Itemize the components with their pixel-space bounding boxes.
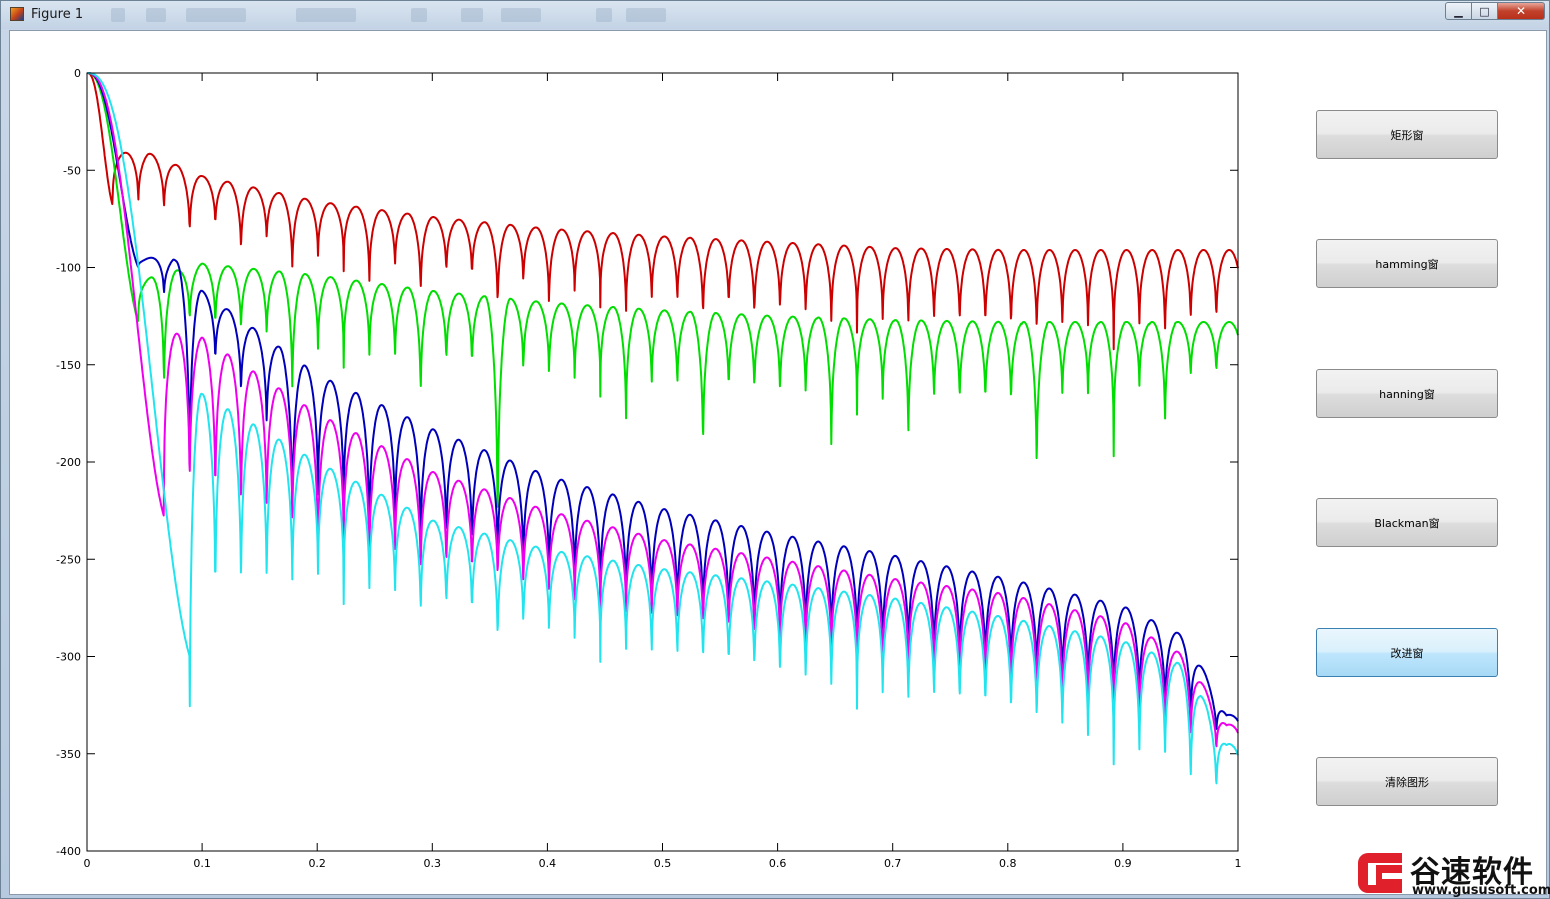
- watermark: 谷速软件 www.gususoft.com: [1352, 845, 1550, 899]
- hamming-window-button[interactable]: hamming窗: [1316, 239, 1498, 288]
- y-tick-label: 0: [74, 67, 81, 80]
- x-tick-label: 0.8: [999, 857, 1017, 870]
- x-tick-label: 0.4: [539, 857, 557, 870]
- watermark-logo-icon: [1358, 853, 1402, 893]
- x-tick-label: 0.2: [308, 857, 326, 870]
- x-tick-label: 1: [1235, 857, 1242, 870]
- rect-window-button[interactable]: 矩形窗: [1316, 110, 1498, 159]
- axes-frame: [86, 72, 1239, 852]
- x-tick-label: 0.3: [424, 857, 442, 870]
- improved-window-button[interactable]: 改进窗: [1316, 628, 1498, 677]
- series-group: [86, 72, 1239, 785]
- y-tick-label: -350: [56, 748, 81, 761]
- x-tick-label: 0.5: [654, 857, 672, 870]
- y-tick-label: -400: [56, 845, 81, 858]
- series-line-3: [86, 72, 1239, 730]
- clear-plot-button[interactable]: 清除图形: [1316, 757, 1498, 806]
- y-tick-label: -100: [56, 262, 81, 275]
- series-line-4: [86, 72, 1239, 748]
- y-tick-label: -200: [56, 456, 81, 469]
- x-tick-label: 0.1: [193, 857, 211, 870]
- hanning-window-button[interactable]: hanning窗: [1316, 369, 1498, 418]
- blackman-window-button[interactable]: Blackman窗: [1316, 498, 1498, 547]
- x-tick-label: 0.9: [1114, 857, 1132, 870]
- y-tick-label: -50: [63, 164, 81, 177]
- series-line-5: [86, 72, 1239, 785]
- y-tick-label: -250: [56, 553, 81, 566]
- y-tick-label: -150: [56, 359, 81, 372]
- watermark-url: www.gususoft.com: [1412, 883, 1550, 898]
- series-line-1: [86, 72, 1239, 351]
- x-tick-label: 0.6: [769, 857, 787, 870]
- y-tick-label: -300: [56, 651, 81, 664]
- x-tick-label: 0: [84, 857, 91, 870]
- x-tick-label: 0.7: [884, 857, 902, 870]
